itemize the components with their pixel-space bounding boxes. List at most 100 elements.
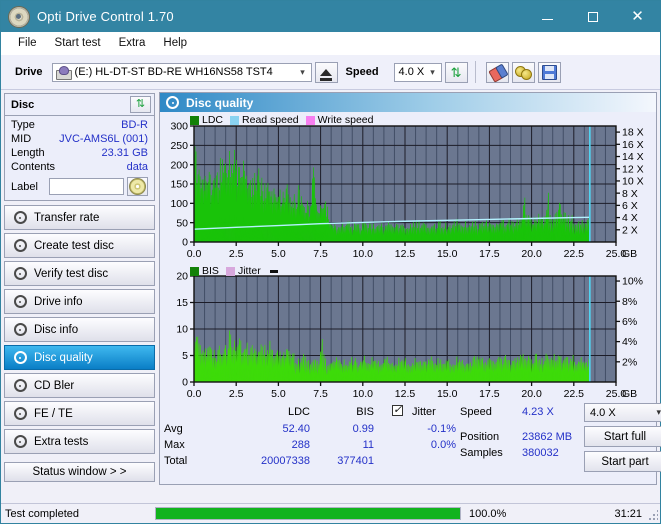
sidebar-item-cd-bler[interactable]: CD Bler [4, 373, 155, 398]
sidebar-item-label: Disc info [34, 323, 79, 336]
legend-swatch-bis [190, 266, 199, 276]
speed-label: Speed [345, 66, 379, 78]
stats-row-label: Total [164, 455, 188, 467]
refresh-button[interactable]: ⇅ [444, 61, 468, 83]
disc-icon [11, 295, 29, 308]
chevron-down-icon: ▾ [430, 66, 435, 77]
disc-icon [11, 267, 29, 280]
svg-text:2.5: 2.5 [229, 248, 244, 260]
svg-text:8%: 8% [622, 296, 637, 308]
eject-button[interactable] [314, 61, 338, 83]
svg-text:4 X: 4 X [622, 212, 638, 224]
sidebar-item-disc-info[interactable]: Disc info [4, 317, 155, 342]
sidebar-item-drive-info[interactable]: Drive info [4, 289, 155, 314]
stats-row-label: Max [164, 439, 185, 451]
disc-label-button[interactable] [127, 177, 148, 196]
sidebar-item-label: Verify test disc [34, 267, 109, 280]
disc-row-key: Contents [11, 161, 56, 173]
svg-text:8 X: 8 X [622, 188, 638, 200]
svg-text:5.0: 5.0 [271, 248, 286, 260]
resize-grip[interactable] [646, 509, 658, 521]
svg-text:10 X: 10 X [622, 176, 644, 188]
svg-text:150: 150 [170, 179, 188, 191]
sidebar-item-verify-test-disc[interactable]: Verify test disc [4, 261, 155, 286]
close-button[interactable]: ✕ [615, 1, 660, 32]
svg-text:18 X: 18 X [622, 127, 644, 139]
disc-row-value: 23.31 GB [101, 147, 148, 159]
speed-select-value: 4.0 X [398, 66, 425, 78]
ldc-plot: 0 50 100 150 200 250 300 2 X4 X6 X8 X10 X12 X14… [170, 121, 644, 260]
menu-extra[interactable]: Extra [110, 35, 155, 51]
sidebar-item-disc-quality[interactable]: Disc quality [4, 345, 155, 370]
stats-total-bis: 377401 [337, 455, 374, 467]
minimize-button[interactable] [525, 1, 570, 32]
sidebar-item-label: Create test disc [34, 239, 114, 252]
test-speed-select[interactable]: 4.0 X ▾ [584, 403, 661, 422]
toolbar-divider [474, 61, 476, 83]
sidebar-item-fe-te[interactable]: FE / TE [4, 401, 155, 426]
disc-label-row: Label [11, 177, 148, 196]
svg-text:200: 200 [170, 159, 188, 171]
status-bar: Test completed 100.0% 31:21 [1, 503, 660, 523]
ldc-legend: LDC Read speed Write speed [190, 114, 381, 126]
menu-file[interactable]: File [9, 35, 46, 51]
progress-percent: 100.0% [469, 507, 507, 520]
save-button[interactable] [537, 61, 561, 83]
jitter-checkbox[interactable] [392, 403, 403, 417]
drive-select[interactable]: (E:) HL-DT-ST BD-RE WH16NS58 TST4 ▾ [51, 62, 312, 82]
elapsed-time: 31:21 [614, 507, 642, 520]
svg-text:GB: GB [622, 248, 637, 260]
position-stat-value: 23862 MB [522, 431, 573, 443]
maximize-button[interactable] [570, 1, 615, 32]
svg-text:100: 100 [170, 198, 188, 210]
test-speed-value: 4.0 X [590, 406, 616, 419]
disc-refresh-button[interactable]: ⇅ [130, 96, 151, 113]
samples-stat-label: Samples [460, 447, 503, 459]
progress-bar [155, 507, 461, 520]
legend-swatch-jitter [225, 266, 235, 276]
title-bar: Opti Drive Control 1.70 ✕ [1, 1, 660, 32]
stats-row-label: Avg [164, 423, 183, 435]
start-part-button[interactable]: Start part [584, 451, 661, 472]
svg-text:15.0: 15.0 [437, 388, 458, 400]
speed-select[interactable]: 4.0 X ▾ [393, 62, 442, 82]
bis-plot: 0 5 10 15 20 2% 4% 6% 8% 10% 0.0 2.5 5.0 7.5 10.0 12.5 1… [176, 271, 643, 400]
svg-text:12.5: 12.5 [395, 248, 416, 260]
menu-bar: File Start test Extra Help [1, 32, 660, 55]
start-part-label: Start part [601, 455, 649, 468]
bookmarks-button[interactable] [511, 61, 535, 83]
svg-text:300: 300 [170, 121, 188, 133]
disc-icon [11, 211, 29, 224]
start-full-button[interactable]: Start full [584, 426, 661, 447]
stats-max-ldc: 288 [291, 439, 310, 451]
stats-avg-ldc: 52.40 [282, 423, 310, 435]
sidebar-item-extra-tests[interactable]: Extra tests [4, 429, 155, 454]
erase-button[interactable] [485, 61, 509, 83]
speed-stat-label: Speed [460, 406, 492, 418]
cd-icon [129, 178, 146, 195]
svg-text:0: 0 [182, 377, 188, 389]
sidebar-item-label: CD Bler [34, 379, 75, 392]
eraser-icon [488, 63, 506, 80]
jitter-label: Jitter [412, 406, 436, 418]
menu-help[interactable]: Help [154, 35, 196, 51]
sidebar-item-create-test-disc[interactable]: Create test disc [4, 233, 155, 258]
svg-text:12.5: 12.5 [395, 388, 416, 400]
disc-label-input[interactable] [49, 178, 124, 195]
legend-swatch-write-speed [305, 115, 315, 125]
sidebar-item-label: FE / TE [34, 407, 73, 420]
svg-text:6%: 6% [622, 316, 637, 328]
sidebar-item-label: Extra tests [34, 435, 89, 448]
legend-swatch-read-speed [230, 115, 240, 125]
svg-text:20.0: 20.0 [521, 248, 542, 260]
disc-icon [11, 239, 29, 252]
jitter-line-marker-icon [269, 269, 278, 273]
stats-max-bis: 11 [362, 439, 374, 451]
stats-header-bis: BIS [356, 406, 374, 418]
svg-text:7.5: 7.5 [313, 388, 328, 400]
disc-icon [11, 379, 29, 392]
sidebar-item-transfer-rate[interactable]: Transfer rate [4, 205, 155, 230]
status-window-button[interactable]: Status window > > [4, 462, 155, 482]
disc-icon [11, 435, 29, 448]
menu-start-test[interactable]: Start test [46, 35, 110, 51]
